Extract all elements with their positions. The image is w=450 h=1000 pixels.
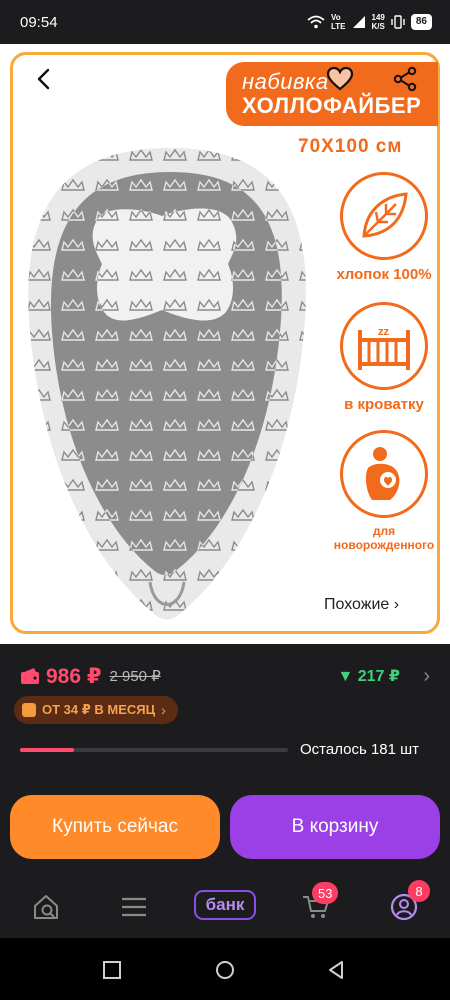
crib-icon: zz xyxy=(358,326,410,370)
stock-progress-bar xyxy=(20,748,288,752)
size-label: 70X100 см xyxy=(298,136,403,157)
wifi-icon xyxy=(307,15,325,29)
product-image-card[interactable]: набивка ХОЛЛОФАЙБЕР 70X100 см хлопок 100… xyxy=(0,44,450,644)
profile-badge: 8 xyxy=(408,880,430,902)
home-search-icon xyxy=(34,895,58,919)
nav-home[interactable] xyxy=(26,890,66,924)
status-bar: 09:54 Vo LTE 149 K/S 86 xyxy=(0,0,450,44)
home-button-icon[interactable] xyxy=(215,960,235,980)
baby-nest-image xyxy=(28,148,306,620)
installment-text: ОТ 34 ₽ В МЕСЯЦ xyxy=(42,702,156,717)
recent-apps-icon[interactable] xyxy=(102,960,122,980)
stock-remaining: Осталось 181 шт xyxy=(300,741,420,758)
feature-cotton: хлопок 100% xyxy=(330,172,438,283)
price-row: 986 ₽ 2 950 ₽ ▼ 217 ₽ › xyxy=(20,662,430,690)
mother-baby-icon xyxy=(365,447,400,500)
installment-badge[interactable]: ОТ 34 ₽ В МЕСЯЦ › xyxy=(14,696,178,724)
speed-unit: K/S xyxy=(371,22,385,31)
network-speed: 149 K/S xyxy=(372,13,385,31)
buy-now-button[interactable]: Купить сейчас xyxy=(10,795,220,859)
bottom-nav: банк 53 8 xyxy=(0,872,450,938)
feature-crib: zz в кроватку xyxy=(330,302,438,413)
svg-text:zz: zz xyxy=(378,326,390,338)
menu-icon xyxy=(122,897,146,917)
signal-icon xyxy=(352,16,365,28)
feature-label: в кроватку xyxy=(344,396,424,413)
feature-newborn: для новорожденного xyxy=(330,430,438,552)
current-price: 986 ₽ xyxy=(46,664,102,688)
net-bottom: LTE xyxy=(331,22,346,31)
nav-catalog[interactable] xyxy=(114,890,154,924)
cart-badge: 53 xyxy=(312,882,339,904)
battery-indicator: 86 xyxy=(410,14,432,30)
chevron-right-icon[interactable]: › xyxy=(423,665,430,688)
price-panel: 986 ₽ 2 950 ₽ ▼ 217 ₽ › ОТ 34 ₽ В МЕСЯЦ … xyxy=(0,652,450,778)
installment-icon xyxy=(22,703,36,717)
feature-circle xyxy=(340,430,428,518)
feature-label: для новорожденного xyxy=(333,524,435,552)
back-arrow-icon[interactable] xyxy=(32,66,58,92)
feature-circle xyxy=(340,172,428,260)
back-button-icon[interactable] xyxy=(326,960,346,980)
network-type: Vo LTE xyxy=(331,13,346,31)
chevron-right-icon: › xyxy=(161,702,166,718)
old-price: 2 950 ₽ xyxy=(109,668,161,685)
heart-icon[interactable] xyxy=(326,66,354,92)
net-top: Vo xyxy=(331,13,341,22)
similar-products-link[interactable]: Похожие › xyxy=(324,596,399,614)
status-time: 09:54 xyxy=(20,13,58,31)
system-nav-bar xyxy=(0,938,450,1000)
bonus-points[interactable]: ▼ 217 ₽ xyxy=(337,666,400,686)
add-to-cart-button[interactable]: В корзину xyxy=(230,795,440,859)
vibrate-icon xyxy=(391,15,405,29)
speed-value: 149 xyxy=(371,13,385,22)
promo-line-2: ХОЛЛОФАЙБЕР xyxy=(242,93,422,118)
wallet-icon xyxy=(21,668,39,684)
action-bar: Купить сейчас В корзину xyxy=(0,786,450,872)
nav-bank[interactable]: банк xyxy=(194,890,256,920)
share-icon[interactable] xyxy=(392,66,418,92)
leaf-icon xyxy=(362,192,408,238)
feature-label: хлопок 100% xyxy=(336,266,432,283)
status-icons: Vo LTE 149 K/S 86 xyxy=(307,13,432,31)
stock-progress-fill xyxy=(20,748,74,752)
feature-circle: zz xyxy=(340,302,428,390)
